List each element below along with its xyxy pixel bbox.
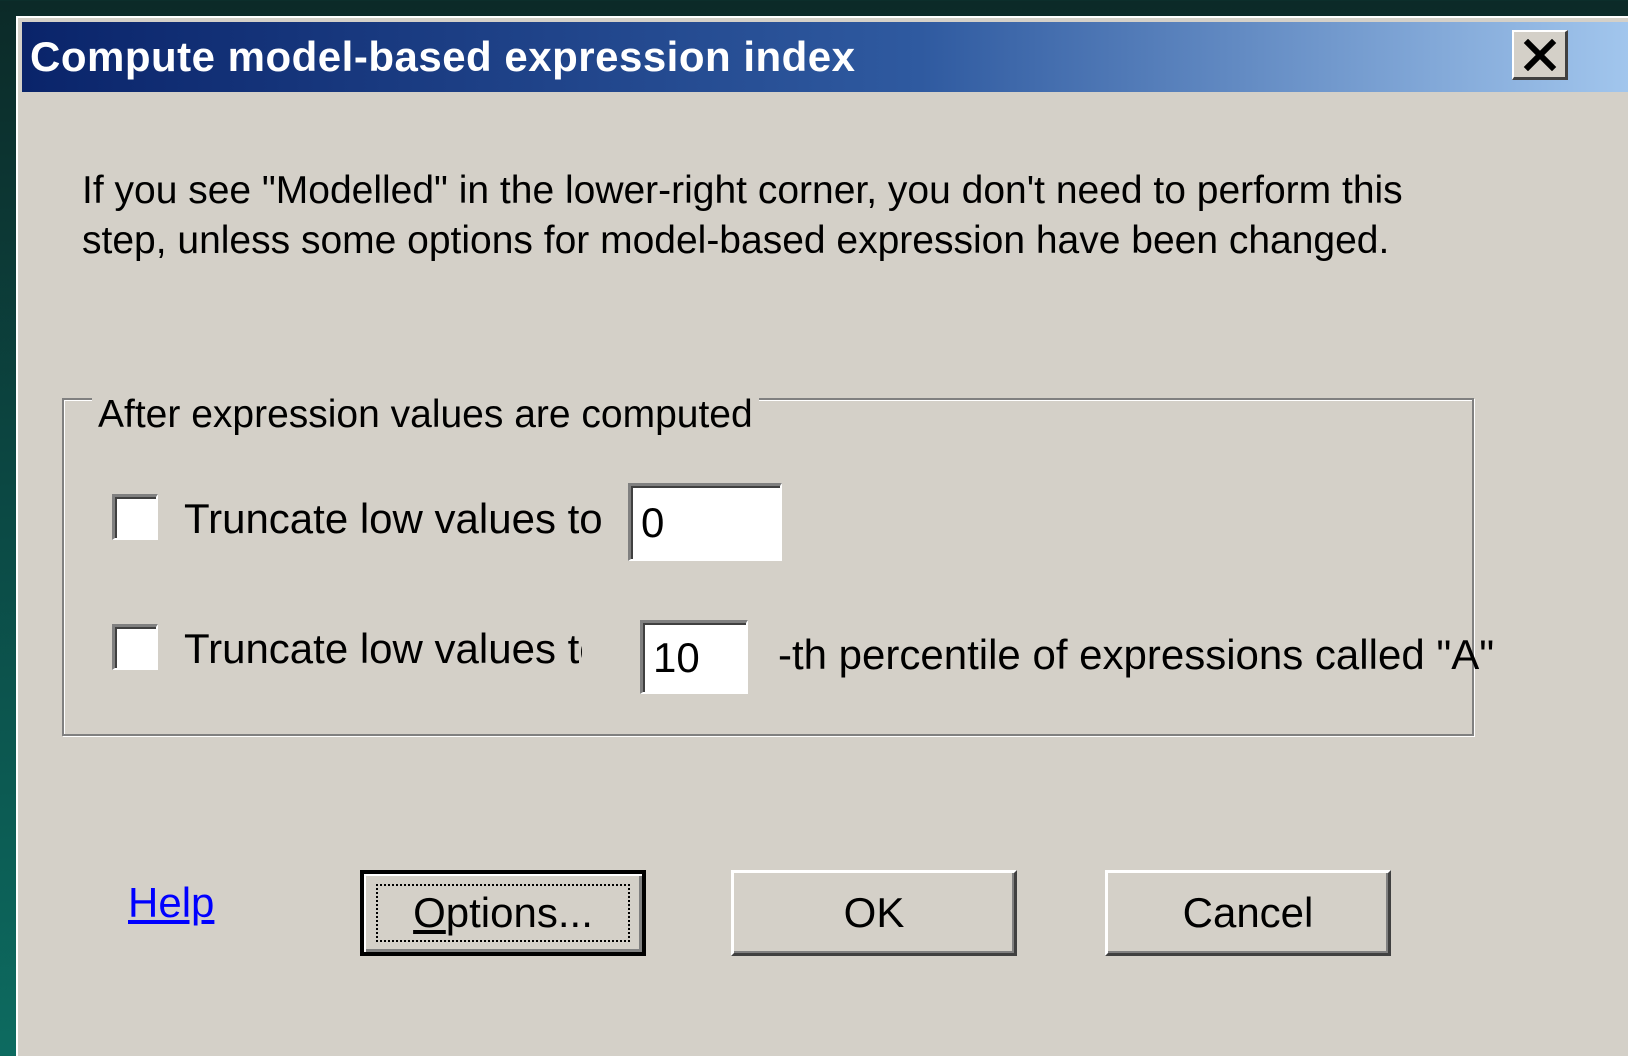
truncate-value-label[interactable]: Truncate low values to [184,494,603,544]
groupbox-legend: After expression values are computed [92,390,759,440]
close-icon [1523,38,1556,71]
percentile-suffix-label: -th percentile of expressions called "A" [778,631,1495,678]
intro-text: If you see "Modelled" in the lower-right… [82,169,1403,262]
groupbox-after-computed [62,398,1474,736]
ok-button[interactable]: OK [731,870,1017,956]
close-button[interactable] [1512,30,1568,80]
truncate-percentile-checkbox[interactable] [112,624,158,670]
options-button[interactable]: Options... [360,870,646,956]
options-label: Options... [413,889,593,936]
cancel-button[interactable]: Cancel [1105,870,1391,956]
truncate-percentile-label[interactable]: Truncate low values to [184,624,582,674]
dialog-title: Compute model-based expression index [30,33,856,80]
percentile-input[interactable] [640,620,748,694]
help-link[interactable]: Help [128,878,214,928]
focus-ring: Options... [376,884,630,942]
truncate-value-input[interactable] [628,483,782,561]
truncate-value-checkbox[interactable] [112,494,158,540]
title-bar[interactable]: Compute model-based expression index [22,22,1628,92]
